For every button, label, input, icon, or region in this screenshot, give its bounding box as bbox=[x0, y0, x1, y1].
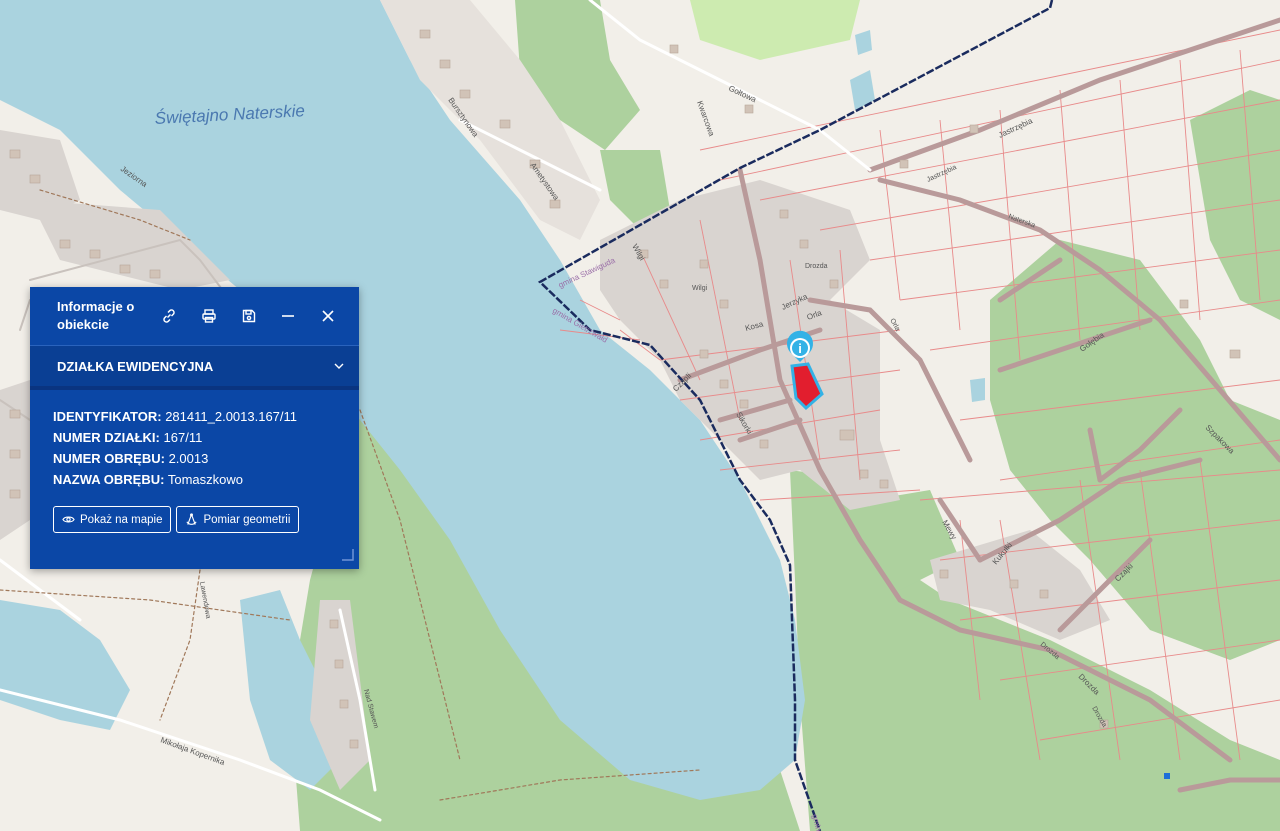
field-parcel-number: NUMER DZIAŁKI: 167/11 bbox=[53, 430, 203, 445]
eye-icon bbox=[62, 516, 75, 523]
show-on-map-label: Pokaż na mapie bbox=[80, 513, 163, 526]
panel-title: Informacje o obiekcie bbox=[57, 299, 135, 332]
panel-header[interactable]: Informacje o obiekcie bbox=[30, 287, 359, 345]
label-wilgi-2: Wilgi bbox=[692, 285, 708, 292]
field-identifier: IDENTYFIKATOR: 281411_2.0013.167/11 bbox=[53, 409, 298, 424]
measure-geometry-button[interactable]: Pomiar geometrii bbox=[176, 506, 300, 533]
label-drozda: Drozda bbox=[805, 263, 828, 270]
print-icon bbox=[202, 309, 216, 323]
minimize-icon bbox=[282, 315, 295, 317]
info-icon: i bbox=[798, 341, 802, 356]
chevron-down-icon bbox=[334, 363, 344, 369]
section-title: DZIAŁKA EWIDENCYJNA bbox=[57, 358, 214, 374]
save-icon bbox=[242, 309, 255, 323]
panel-actions: Pokaż na mapie Pomiar geometrii bbox=[53, 506, 300, 533]
resize-handle-icon[interactable] bbox=[340, 547, 354, 561]
section-header-parcel[interactable]: DZIAŁKA EWIDENCYJNA bbox=[30, 345, 359, 390]
field-precinct-name: NAZWA OBRĘBU: Tomaszkowo bbox=[53, 472, 243, 487]
object-info-panel[interactable]: Informacje o obiekcie DZIAŁKA EWIDENCYJN… bbox=[30, 287, 359, 569]
link-icon bbox=[163, 309, 175, 323]
field-precinct-number: NUMER OBRĘBU: 2.0013 bbox=[53, 451, 209, 466]
map-point bbox=[1164, 773, 1170, 779]
save-button[interactable] bbox=[232, 299, 266, 333]
minimize-button[interactable] bbox=[272, 299, 306, 333]
measure-icon bbox=[186, 513, 198, 525]
parcel-info: IDENTYFIKATOR: 281411_2.0013.167/11 NUME… bbox=[30, 390, 359, 490]
print-button[interactable] bbox=[192, 299, 226, 333]
show-on-map-button[interactable]: Pokaż na mapie bbox=[53, 506, 172, 533]
close-icon bbox=[322, 310, 334, 322]
close-button[interactable] bbox=[311, 299, 345, 333]
link-button[interactable] bbox=[152, 299, 186, 333]
measure-geometry-label: Pomiar geometrii bbox=[203, 513, 291, 526]
